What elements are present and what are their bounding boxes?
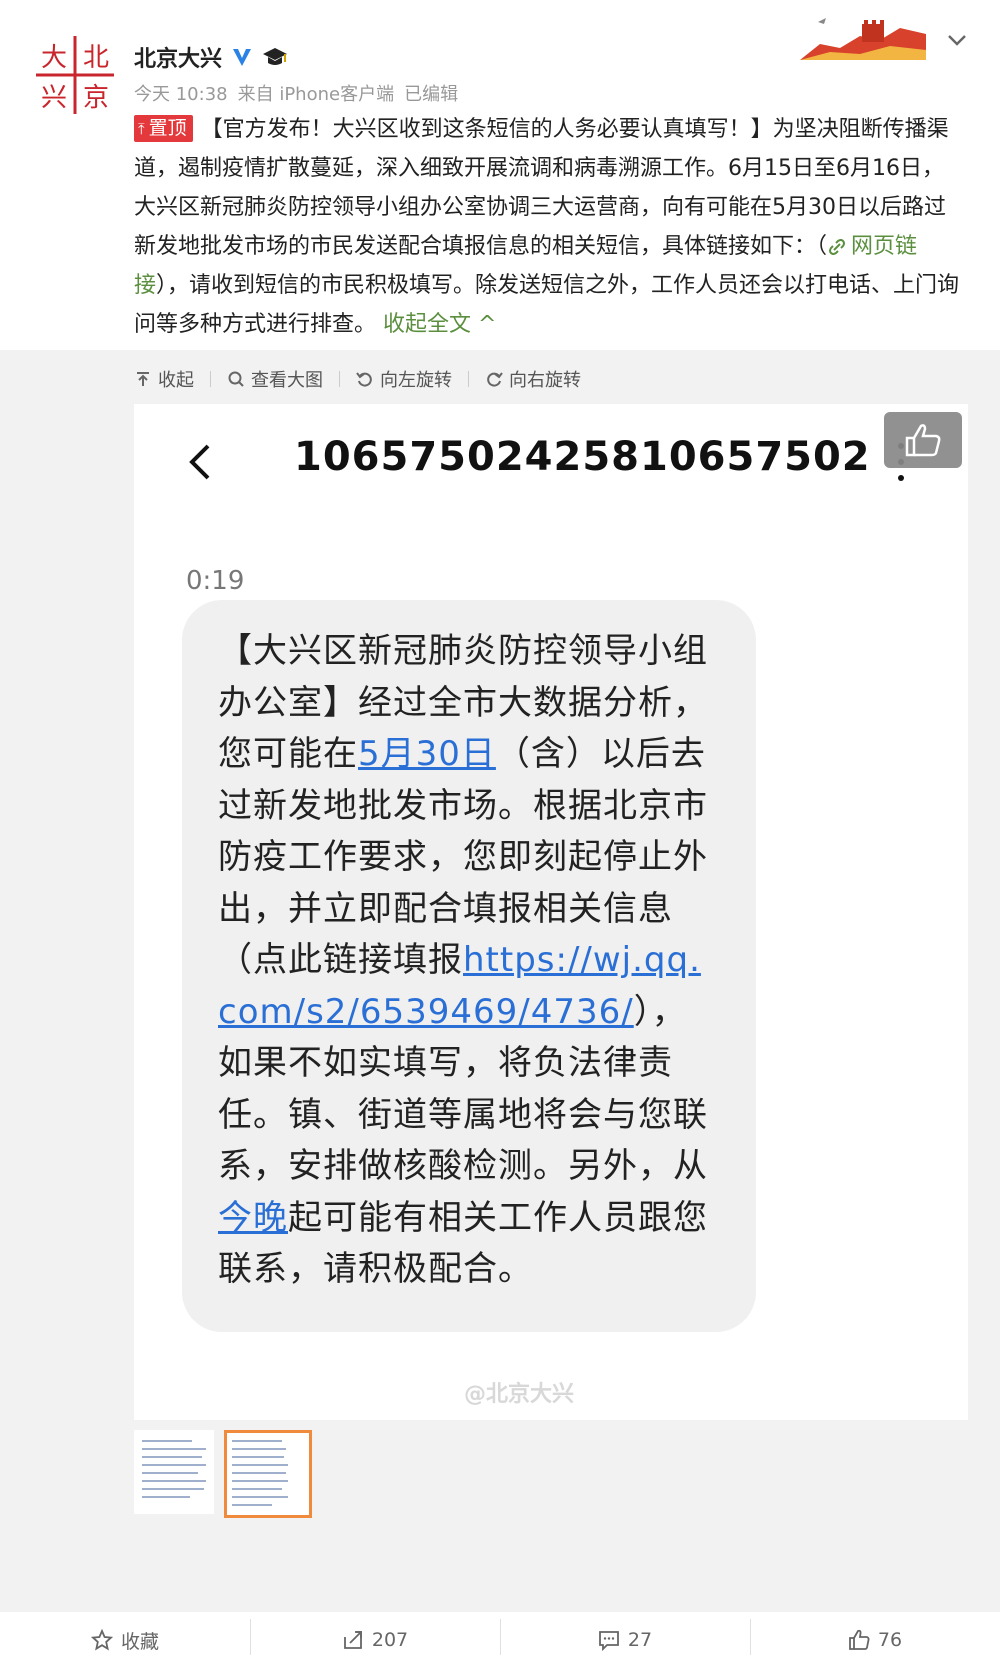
like-count: 76 xyxy=(877,1629,903,1651)
post-action-bar: 收藏 207 27 76 xyxy=(0,1612,1000,1668)
post-text-part2: ），请收到短信的市民积极填写。除发送短信之外，工作人员还会以打电话、上门询问等多… xyxy=(134,273,960,337)
media-section: 收起 查看大图 向左旋转 向右旋转 10657502425810657502 0… xyxy=(0,350,1000,1612)
svg-text:兴: 兴 xyxy=(41,83,67,113)
rotate-left-button[interactable]: 向左旋转 xyxy=(356,366,452,392)
avatar[interactable]: 大 北 兴 京 xyxy=(34,34,116,116)
repost-button[interactable]: 207 xyxy=(250,1619,500,1655)
weibo-post: 大 北 兴 京 北京大兴 今天 10:38 来自 iPhone客户端 已编辑 ⤒ 置顶… xyxy=(0,0,1000,350)
thumbs-up-icon xyxy=(905,424,941,457)
great-wall-banner-icon xyxy=(800,18,926,60)
pinned-label: 置顶 xyxy=(148,117,187,139)
rotate-right-button[interactable]: 向右旋转 xyxy=(485,366,581,392)
graduation-cap-icon xyxy=(263,48,288,65)
sms-screenshot[interactable]: 10657502425810657502 0:19 【大兴区新冠肺炎防控领导小组… xyxy=(134,404,968,1420)
message-text: 【大兴区新冠肺炎防控领导小组办公室】经过全市大数据分析，您可能在5月30日（含）… xyxy=(218,626,718,1296)
edited-label: 已编辑 xyxy=(404,84,459,105)
toolbar-divider xyxy=(468,371,469,387)
comment-icon xyxy=(599,1631,619,1651)
pin-arrow-icon: ⤒ xyxy=(138,120,145,138)
like-image-button[interactable] xyxy=(884,412,962,468)
star-icon xyxy=(90,1629,113,1651)
thumbnail-1[interactable] xyxy=(134,1430,214,1514)
comment-count: 27 xyxy=(627,1629,653,1651)
date-link[interactable]: 5月30日 xyxy=(358,734,496,774)
thumbnail-2-selected[interactable] xyxy=(224,1430,312,1518)
rotate-right-label: 向右旋转 xyxy=(509,370,581,391)
post-source: 来自 iPhone客户端 xyxy=(237,84,395,105)
view-large-image-button[interactable]: 查看大图 xyxy=(227,366,323,392)
post-meta: 今天 10:38 来自 iPhone客户端 已编辑 xyxy=(134,80,468,106)
collapse-full-text-button[interactable]: 收起全文 ^ xyxy=(383,312,496,337)
watermark: @北京大兴 xyxy=(464,1382,575,1407)
rotate-left-label: 向左旋转 xyxy=(380,370,452,391)
pinned-badge: ⤒ 置顶 xyxy=(134,115,193,142)
collapse-label: 收起 xyxy=(158,370,194,391)
favorite-label: 收藏 xyxy=(120,1630,159,1653)
like-button[interactable]: 76 xyxy=(750,1619,1000,1655)
thumbs-up-icon xyxy=(849,1629,870,1650)
back-arrow-icon xyxy=(189,444,210,480)
thumbnail-strip xyxy=(134,1430,312,1518)
svg-text:京: 京 xyxy=(83,83,109,113)
image-toolbar: 收起 查看大图 向左旋转 向右旋转 xyxy=(134,364,581,394)
favorite-button[interactable]: 收藏 xyxy=(0,1627,250,1654)
link-icon xyxy=(829,239,846,255)
search-icon xyxy=(228,371,244,387)
chevron-down-icon[interactable] xyxy=(945,28,969,52)
tonight-link[interactable]: 今晚 xyxy=(218,1198,288,1238)
post-time: 今天 10:38 xyxy=(134,84,228,105)
svg-text:大: 大 xyxy=(41,43,67,73)
post-body: ⤒ 置顶 【官方发布！大兴区收到这条短信的人务必要认真填写！】为坚决阻断传播渠道，遏… xyxy=(134,110,962,344)
verified-icon xyxy=(233,49,252,66)
author-row: 北京大兴 xyxy=(134,40,288,74)
comment-button[interactable]: 27 xyxy=(500,1619,750,1655)
author-name[interactable]: 北京大兴 xyxy=(134,41,222,73)
message-text-part4: 起可能有相关工作人员跟您联系，请积极配合。 xyxy=(218,1197,708,1290)
toolbar-divider xyxy=(210,371,211,387)
rotate-right-icon xyxy=(487,372,503,387)
collapse-up-icon xyxy=(137,372,149,386)
svg-text:北: 北 xyxy=(83,43,109,73)
repost-icon xyxy=(343,1631,362,1649)
sender-number: 10657502425810657502 xyxy=(294,434,871,480)
rotate-left-icon xyxy=(356,372,372,387)
view-large-label: 查看大图 xyxy=(251,370,323,391)
message-bubble: 【大兴区新冠肺炎防控领导小组办公室】经过全市大数据分析，您可能在5月30日（含）… xyxy=(182,600,756,1332)
collapse-image-button[interactable]: 收起 xyxy=(134,366,194,392)
toolbar-divider xyxy=(339,371,340,387)
message-time: 0:19 xyxy=(186,566,245,596)
repost-count: 207 xyxy=(371,1629,409,1651)
